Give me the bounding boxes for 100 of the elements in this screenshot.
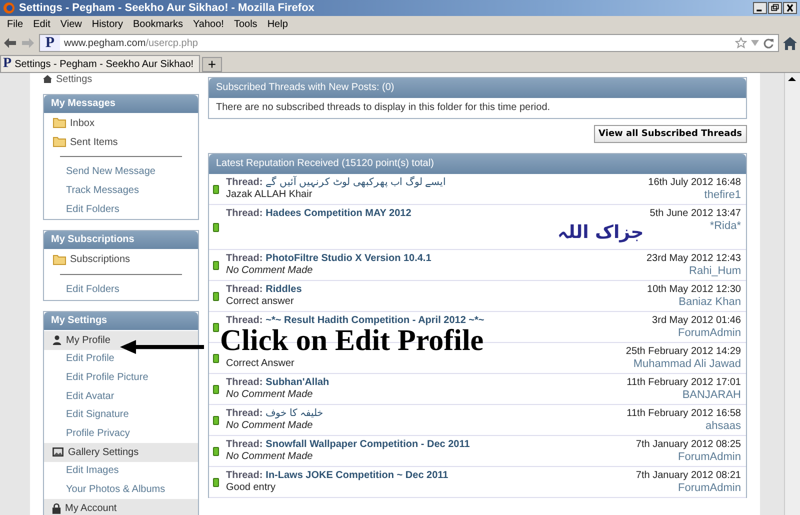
user-link[interactable]: BANJARAH xyxy=(682,389,741,401)
menu-item[interactable]: Bookmarks xyxy=(128,18,188,30)
annotation-text: Click on Edit Profile xyxy=(220,327,484,355)
sidebar-link[interactable]: Edit Signature xyxy=(66,406,129,424)
sidebar-link[interactable]: Send New Message xyxy=(66,162,156,182)
reputation-comment: Good entry xyxy=(226,482,276,494)
reputation-comment: Correct Answer xyxy=(226,358,296,370)
panel-title: My Settings xyxy=(44,312,198,330)
sidebar-link[interactable]: Your Photos & Albums xyxy=(66,480,166,499)
thread-link[interactable]: خلیفہ کا خوف xyxy=(266,408,324,420)
menu-item[interactable]: File xyxy=(2,18,28,30)
thread-label: Thread: xyxy=(226,439,263,451)
user-link[interactable]: *Rida* xyxy=(710,220,741,232)
thread-link[interactable]: Subhan'Allah xyxy=(266,377,330,389)
user-link[interactable]: thefire1 xyxy=(704,189,741,201)
reputation-icon xyxy=(213,260,219,270)
home-icon[interactable] xyxy=(43,75,52,83)
reputation-icon xyxy=(213,446,219,456)
back-button[interactable] xyxy=(3,37,17,49)
menu-item[interactable]: History xyxy=(86,18,128,30)
reputation-date: 5th June 2012 13:47 xyxy=(650,208,741,220)
menu-item[interactable]: Help xyxy=(262,18,293,30)
person-icon xyxy=(52,335,62,346)
reputation-date: 10th May 2012 12:30 xyxy=(647,284,741,296)
thread-link[interactable]: Snowfall Wallpaper Competition - Dec 2011 xyxy=(266,439,470,451)
breadcrumb[interactable]: Settings xyxy=(56,74,92,84)
panel-title: Subscribed Threads with New Posts: (0) xyxy=(209,78,746,98)
window-title: Settings - Pegham - Seekho Aur Sikhao! - Mozilla Firefox xyxy=(19,2,316,14)
reputation-date: 16th July 2012 16:48 xyxy=(648,177,741,189)
reputation-comment: Jazak ALLAH Khair xyxy=(226,189,314,201)
sidebar-item[interactable]: Inbox xyxy=(44,114,198,133)
sidebar-section[interactable]: My Account xyxy=(44,499,198,515)
thread-label: Thread: xyxy=(226,377,263,389)
menu-item[interactable]: Yahoo! xyxy=(188,18,229,30)
panel-title: My Messages xyxy=(44,95,198,113)
sidebar-item[interactable]: Subscriptions xyxy=(44,250,198,270)
close-button[interactable] xyxy=(783,2,797,14)
folder-icon xyxy=(53,137,66,148)
restore-button[interactable] xyxy=(768,2,782,14)
thread-label: Thread: xyxy=(226,253,263,265)
sidebar-section[interactable]: Gallery Settings xyxy=(44,442,198,462)
reputation-comment: No Comment Made xyxy=(226,265,314,277)
panel-title: Latest Reputation Received (15120 point(s) total) xyxy=(209,154,746,174)
user-link[interactable]: ahsaas xyxy=(706,420,741,432)
thread-link[interactable]: Riddles xyxy=(266,284,302,296)
menu-item[interactable]: Edit xyxy=(28,18,56,30)
reputation-date: 7th January 2012 08:25 xyxy=(636,439,741,451)
thread-label: Thread: xyxy=(226,470,263,482)
sidebar-link[interactable]: Track Messages xyxy=(66,181,139,200)
user-link[interactable]: Muhammad Ali Jawad xyxy=(633,358,741,370)
reputation-date: 23rd May 2012 12:43 xyxy=(646,253,741,265)
bookmark-star-icon[interactable] xyxy=(735,37,747,49)
menu-item[interactable]: View xyxy=(55,18,87,30)
reputation-icon xyxy=(213,416,219,424)
sidebar-link[interactable]: Edit Folders xyxy=(66,280,120,299)
sidebar-link[interactable]: Edit Profile xyxy=(66,350,114,368)
sidebar-link[interactable]: Edit Images xyxy=(66,462,119,480)
user-link[interactable]: Rahi_Hum xyxy=(689,265,741,277)
browser-tab[interactable]: P Settings - Pegham - Seekho Aur Sikhao! xyxy=(0,55,200,72)
reputation-icon xyxy=(213,184,219,194)
lock-icon xyxy=(52,502,61,514)
address-field[interactable]: P www.pegham.com/usercp.php xyxy=(39,34,779,52)
menu-item[interactable]: Tools xyxy=(228,18,262,30)
sidebar-link[interactable]: Profile Privacy xyxy=(66,424,130,443)
picture-icon xyxy=(52,447,64,458)
thread-link[interactable]: ~*~ Result Hadith Competition - April 2012 ~*~ xyxy=(266,315,484,327)
sidebar-link[interactable]: Edit Folders xyxy=(66,200,120,218)
user-link[interactable]: ForumAdmin xyxy=(678,482,741,494)
reload-icon[interactable] xyxy=(763,38,774,48)
reputation-date: 25th February 2012 14:29 xyxy=(626,346,741,358)
reputation-icon xyxy=(213,354,219,362)
user-link[interactable]: Baniaz Khan xyxy=(678,296,741,308)
reputation-icon xyxy=(213,292,219,300)
thread-label: Thread: xyxy=(226,208,263,220)
minimize-button[interactable] xyxy=(753,2,767,14)
new-tab-button[interactable]: + xyxy=(202,57,222,72)
thread-link[interactable]: In-Laws JOKE Competition ~ Dec 2011 xyxy=(266,470,448,482)
reputation-comment: Correct answer xyxy=(226,296,295,308)
sidebar-link[interactable]: Edit Avatar xyxy=(66,386,114,406)
thread-link[interactable]: PhotoFiltre Studio X Version 10.4.1 xyxy=(266,253,432,265)
thread-link[interactable]: ایسے لوگ اب پھرکبھی لوٹ کرنہیں آئیں گے xyxy=(266,177,446,189)
reputation-comment: No Comment Made xyxy=(226,420,314,432)
user-link[interactable]: ForumAdmin xyxy=(678,327,741,339)
reputation-icon xyxy=(213,384,219,394)
reputation-icon xyxy=(213,222,219,232)
reputation-comment: No Comment Made xyxy=(226,451,314,463)
sidebar-link[interactable]: Edit Profile Picture xyxy=(66,368,148,387)
reputation-icon xyxy=(213,478,219,486)
user-link[interactable]: ForumAdmin xyxy=(678,451,741,463)
thread-label: Thread: xyxy=(226,315,263,327)
thread-label: Thread: xyxy=(226,408,263,420)
thread-link[interactable]: Hadees Competition MAY 2012 xyxy=(266,208,412,220)
sidebar-item[interactable]: Sent Items xyxy=(44,132,198,152)
reputation-date: 11th February 2012 17:01 xyxy=(626,377,741,389)
folder-icon xyxy=(53,254,66,265)
reputation-date: 7th January 2012 08:21 xyxy=(636,470,741,482)
reputation-comment: No Comment Made xyxy=(226,389,314,401)
view-all-button[interactable]: View all Subscribed Threads xyxy=(594,125,747,143)
home-icon[interactable] xyxy=(783,36,797,50)
reputation-date: 11th February 2012 16:58 xyxy=(626,408,741,420)
